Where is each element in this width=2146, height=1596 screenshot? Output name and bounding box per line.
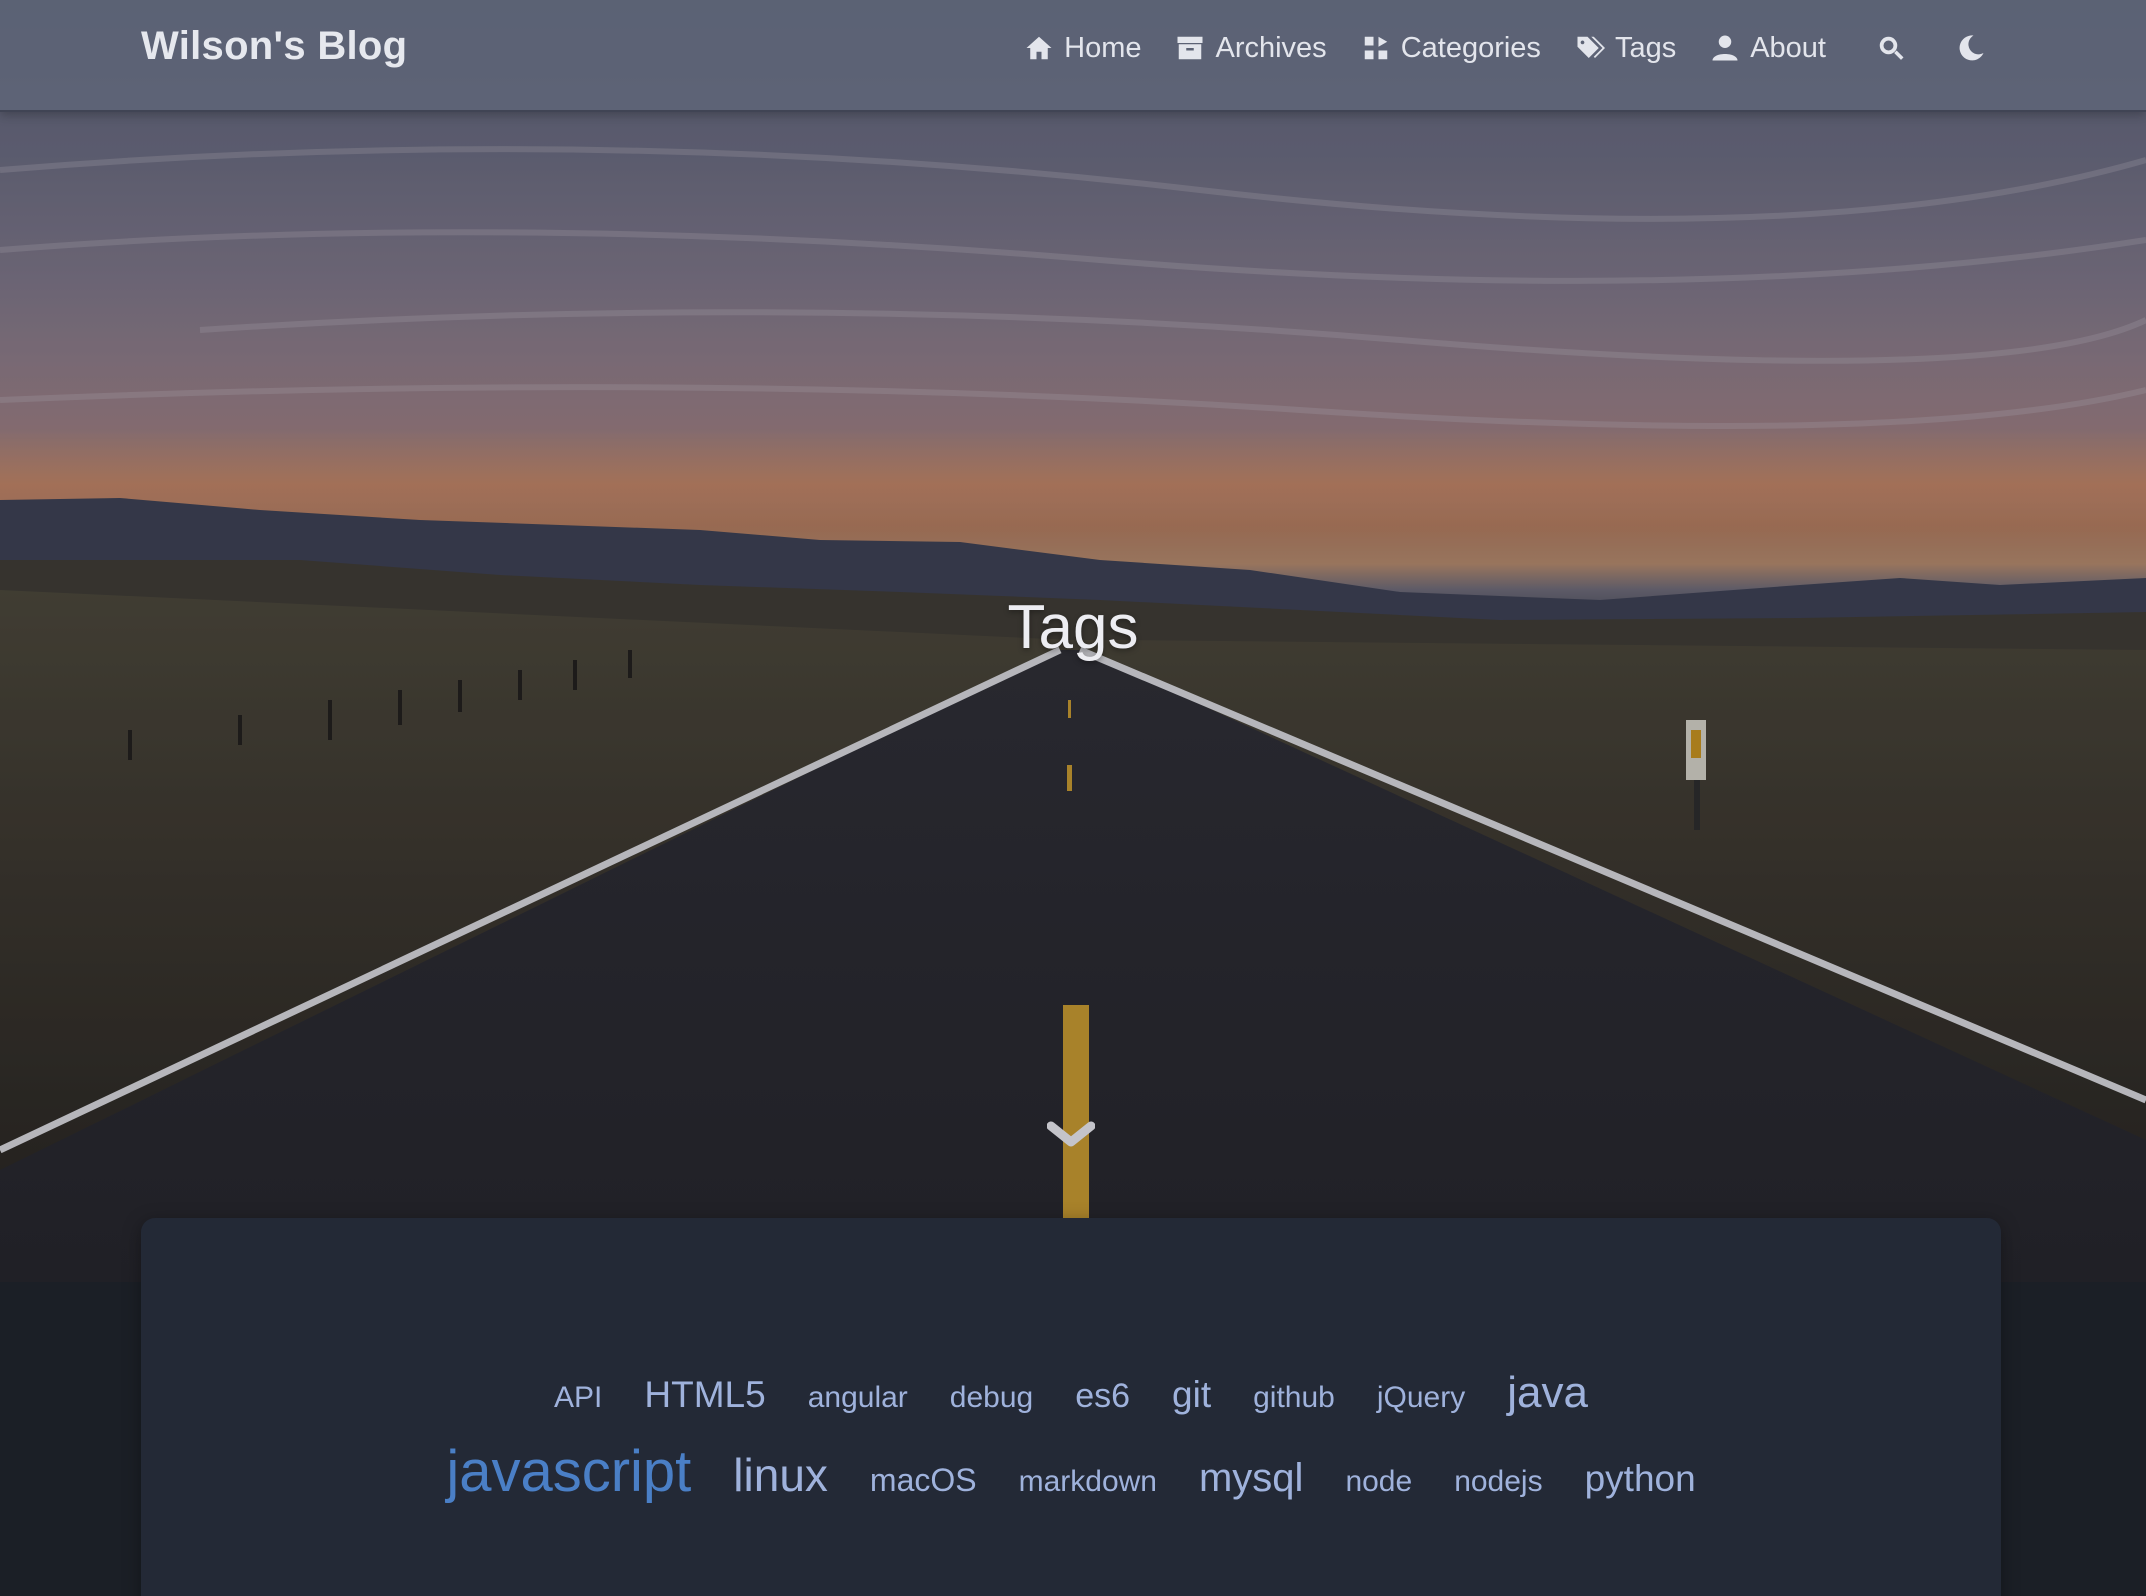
page-title: Tags	[1007, 593, 1139, 662]
home-icon	[1026, 36, 1052, 60]
nav-home[interactable]: Home	[1024, 32, 1141, 65]
archive-icon	[1177, 36, 1203, 60]
tag-node[interactable]: node	[1345, 1465, 1412, 1499]
categories-icon	[1364, 36, 1387, 60]
tag-github[interactable]: github	[1253, 1381, 1335, 1415]
nav-archives-label: Archives	[1215, 31, 1327, 64]
tag-api[interactable]: API	[554, 1381, 602, 1415]
tag-macos[interactable]: macOS	[870, 1462, 977, 1499]
top-navbar: Wilson's Blog Home Archives Categories T…	[0, 0, 2146, 112]
tags-icon	[1577, 36, 1605, 58]
nav-about-label: About	[1750, 31, 1826, 64]
nav-categories[interactable]: Categories	[1361, 32, 1541, 65]
tag-row: API HTML5 angular debug es6 git github j…	[554, 1368, 1588, 1418]
tag-java[interactable]: java	[1507, 1368, 1588, 1418]
tag-html5[interactable]: HTML5	[644, 1374, 765, 1416]
nav-categories-label: Categories	[1400, 31, 1541, 64]
tag-jquery[interactable]: jQuery	[1377, 1381, 1465, 1415]
tag-es6[interactable]: es6	[1075, 1377, 1130, 1416]
main-nav: Home Archives Categories Tags About	[1024, 0, 1986, 96]
nav-tags-label: Tags	[1614, 31, 1677, 64]
theme-toggle-button[interactable]	[1956, 33, 1986, 63]
chevron-down-icon	[1046, 1121, 1096, 1147]
nav-archives[interactable]: Archives	[1175, 31, 1327, 65]
tag-python[interactable]: python	[1585, 1458, 1696, 1500]
search-icon	[1879, 36, 1904, 60]
user-icon	[1712, 35, 1738, 61]
tag-row: javascript linux macOS markdown mysql no…	[446, 1438, 1695, 1505]
tag-mysql[interactable]: mysql	[1199, 1456, 1303, 1501]
tag-angular[interactable]: angular	[808, 1381, 908, 1415]
nav-tags[interactable]: Tags	[1575, 32, 1676, 65]
tag-markdown[interactable]: markdown	[1019, 1465, 1157, 1499]
tag-debug[interactable]: debug	[950, 1381, 1033, 1415]
tag-git[interactable]: git	[1172, 1374, 1211, 1416]
tags-card: API HTML5 angular debug es6 git github j…	[141, 1218, 2001, 1596]
moon-icon	[1959, 35, 1984, 61]
tag-javascript[interactable]: javascript	[446, 1438, 691, 1505]
scroll-down-button[interactable]	[1046, 1116, 1096, 1152]
nav-home-label: Home	[1064, 31, 1142, 64]
tag-linux[interactable]: linux	[733, 1448, 828, 1502]
tag-nodejs[interactable]: nodejs	[1454, 1465, 1542, 1499]
nav-about[interactable]: About	[1710, 32, 1826, 65]
site-brand[interactable]: Wilson's Blog	[141, 24, 407, 69]
tag-cloud: API HTML5 angular debug es6 git github j…	[141, 1368, 2001, 1505]
search-button[interactable]	[1876, 33, 1906, 63]
